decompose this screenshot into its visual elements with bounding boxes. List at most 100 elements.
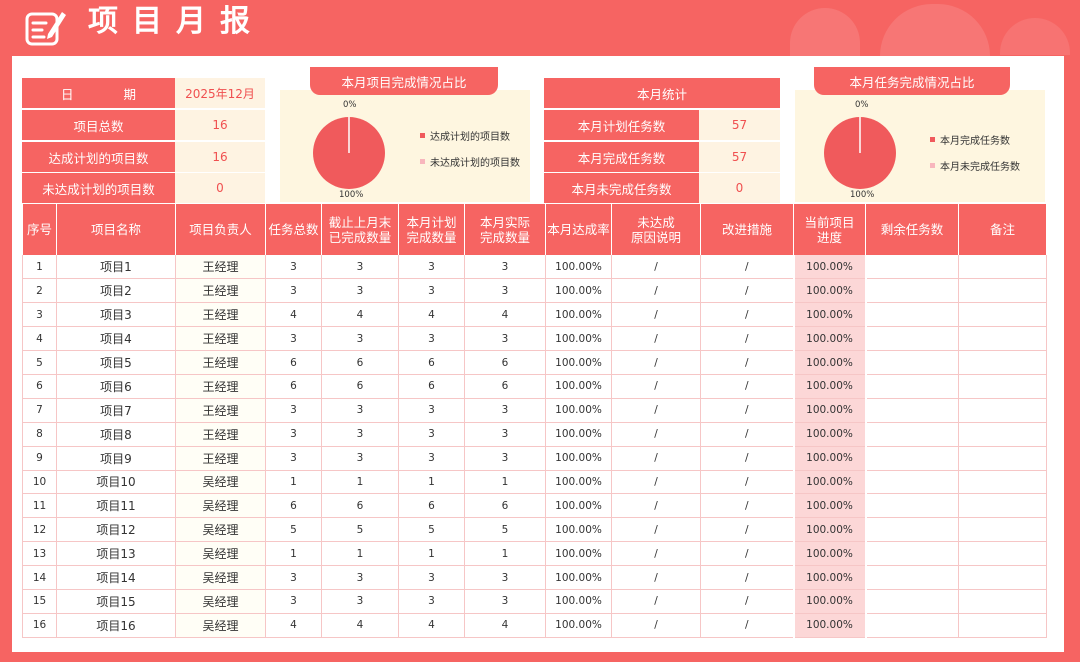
table-cell xyxy=(958,278,1047,304)
table-cell: 100.00% xyxy=(545,422,612,447)
table-cell: / xyxy=(611,278,701,304)
table-cell: 3 xyxy=(321,446,399,471)
table-cell xyxy=(958,565,1047,590)
table-cell xyxy=(865,470,959,495)
report-edit-icon xyxy=(25,12,66,46)
table-cell: 3 xyxy=(398,255,465,280)
table-cell xyxy=(958,422,1047,447)
table-cell xyxy=(958,446,1047,471)
project-legend-unachieved: 未达成计划的项目数 xyxy=(420,154,520,169)
table-cell: 14 xyxy=(22,565,57,590)
table-cell: 项目2 xyxy=(56,278,176,304)
table-cell: / xyxy=(611,470,701,495)
table-row: 3 项目3 王经理 4 4 4 4 100.00% //100.00% xyxy=(22,302,1047,328)
table-cell: 100.00% xyxy=(792,350,867,375)
table-cell: 15 xyxy=(22,589,57,614)
column-header: 截止上月末 已完成数量 xyxy=(321,204,399,255)
table-cell: 3 xyxy=(321,278,399,304)
table-cell: 4 xyxy=(464,302,546,328)
table-cell: / xyxy=(700,565,794,590)
table-row: 4 项目4 王经理 3 3 3 3 100.00% //100.00% xyxy=(22,326,1047,352)
table-cell: 6 xyxy=(265,350,322,375)
table-cell: / xyxy=(611,374,701,399)
table-cell: / xyxy=(611,302,701,328)
table-cell: 3 xyxy=(398,422,465,447)
table-cell: 100.00% xyxy=(545,350,612,375)
table-cell: 王经理 xyxy=(175,446,266,471)
table-cell: 项目10 xyxy=(56,470,176,495)
table-cell: / xyxy=(700,374,794,399)
report-panel: 日 期 2025年12月 项目总数 16 达成计划的项目数 16 未达成计划的项… xyxy=(12,56,1064,652)
table-row: 9 项目9 王经理 3 3 3 3 100.00% //100.00% xyxy=(22,446,1047,471)
table-cell: 3 xyxy=(398,398,465,423)
table-cell: 6 xyxy=(464,374,546,399)
table-cell: 100.00% xyxy=(792,255,867,280)
table-cell: 项目13 xyxy=(56,541,176,567)
table-cell: 王经理 xyxy=(175,326,266,352)
table-cell: 吴经理 xyxy=(175,493,266,519)
table-cell: 100.00% xyxy=(545,470,612,495)
table-cell: 王经理 xyxy=(175,302,266,328)
table-cell xyxy=(865,255,959,280)
table-cell: 9 xyxy=(22,446,57,471)
table-cell: 项目8 xyxy=(56,422,176,447)
table-cell: / xyxy=(700,326,794,352)
table-cell: 3 xyxy=(464,422,546,447)
table-cell: 100.00% xyxy=(792,302,867,328)
table-cell: 吴经理 xyxy=(175,613,266,638)
header: 项目月报 xyxy=(0,0,1080,56)
table-cell: 100.00% xyxy=(545,613,612,638)
table-cell: 4 xyxy=(265,613,322,638)
table-header-row: 序号 项目名称 项目负责人 任务总数 截止上月末 已完成数量 本月计划 完成数量 本月实际 … xyxy=(22,204,1047,255)
table-cell: 王经理 xyxy=(175,255,266,280)
table-cell: 100.00% xyxy=(545,278,612,304)
completed-tasks-value: 57 xyxy=(699,142,780,173)
table-cell: / xyxy=(611,326,701,352)
table-cell: / xyxy=(611,517,701,543)
table-cell: 6 xyxy=(321,493,399,519)
table-cell: 100.00% xyxy=(545,541,612,567)
table-cell: 3 xyxy=(22,302,57,328)
table-cell: 4 xyxy=(398,302,465,328)
total-projects-value: 16 xyxy=(175,110,265,141)
table-cell: 1 xyxy=(464,541,546,567)
table-cell: 5 xyxy=(22,350,57,375)
header-decoration xyxy=(880,4,990,56)
table-cell: 6 xyxy=(22,374,57,399)
table-cell: 100.00% xyxy=(792,470,867,495)
table-cell: 4 xyxy=(321,302,399,328)
table-cell: 100.00% xyxy=(792,493,867,519)
table-cell: 100.00% xyxy=(545,302,612,328)
table-cell: 1 xyxy=(464,470,546,495)
table-cell: 100.00% xyxy=(545,326,612,352)
table-cell xyxy=(958,398,1047,423)
table-cell xyxy=(865,278,959,304)
table-row: 8 项目8 王经理 3 3 3 3 100.00% //100.00% xyxy=(22,422,1047,447)
table-cell: 3 xyxy=(398,446,465,471)
legend-swatch xyxy=(930,163,935,168)
table-row: 11 项目11 吴经理 6 6 6 6 100.00% //100.00% xyxy=(22,493,1047,519)
table-cell: 3 xyxy=(398,278,465,304)
table-cell: / xyxy=(700,493,794,519)
table-cell: / xyxy=(611,446,701,471)
table-cell xyxy=(958,255,1047,280)
table-cell: 3 xyxy=(464,278,546,304)
table-cell: 项目15 xyxy=(56,589,176,614)
table-row: 7 项目7 王经理 3 3 3 3 100.00% //100.00% xyxy=(22,398,1047,423)
column-header: 本月实际 完成数量 xyxy=(464,204,546,255)
completed-tasks-label: 本月完成任务数 xyxy=(544,142,699,173)
table-cell: 项目11 xyxy=(56,493,176,519)
table-cell: 6 xyxy=(321,374,399,399)
table-cell: / xyxy=(700,470,794,495)
table-cell: 1 xyxy=(321,541,399,567)
column-header: 序号 xyxy=(22,204,57,255)
table-cell: 1 xyxy=(321,470,399,495)
table-cell xyxy=(865,589,959,614)
table-cell: 6 xyxy=(398,350,465,375)
table-cell xyxy=(865,398,959,423)
table-cell: 100.00% xyxy=(545,565,612,590)
planned-tasks-value: 57 xyxy=(699,110,780,141)
column-header: 剩余任务数 xyxy=(865,204,959,255)
table-cell: 3 xyxy=(321,326,399,352)
table-cell: 6 xyxy=(464,350,546,375)
